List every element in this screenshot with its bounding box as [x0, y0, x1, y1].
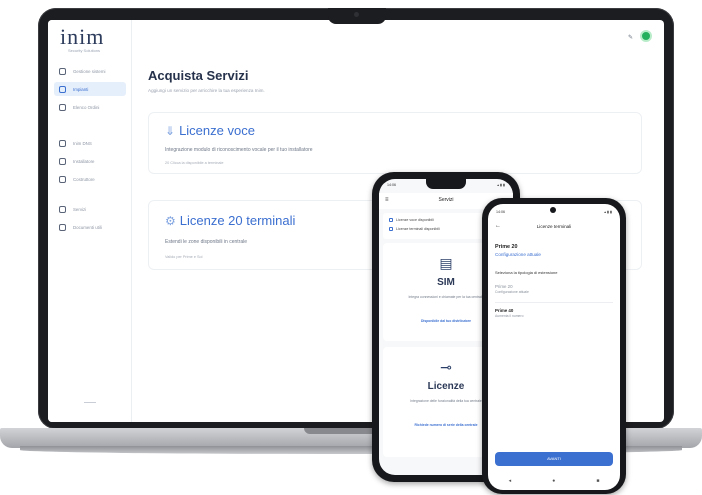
camera-icon [550, 207, 556, 213]
laptop-notch [328, 8, 386, 24]
checkbox-icon [389, 218, 393, 222]
sidebar-item-gestione-sistemi[interactable]: Gestione sistemi [54, 64, 126, 78]
status-icons: ▴ ▮ ▮ [497, 183, 505, 187]
card-title: ⇓ Licenze voce [165, 123, 255, 138]
sidebar-item-label: Installatore [73, 158, 95, 164]
sidebar-item-label: Elenco Ordini [73, 104, 100, 110]
gear-icon [59, 205, 66, 213]
option-title: Prime 20 [495, 284, 513, 289]
card-description: Estendi le zone disponibili in centrale [165, 239, 247, 245]
building-icon [59, 175, 66, 183]
next-button[interactable]: AVANTI [495, 452, 613, 466]
box-icon [59, 67, 66, 75]
extension-option[interactable]: Prime 20 Configurazione attuale [495, 284, 529, 294]
service-card-licenze-voce[interactable]: ⇓ Licenze voce Integrazione modulo di ric… [148, 112, 642, 174]
sidebar-item-impianti[interactable]: Impianti [54, 82, 126, 96]
page-subtitle: Aggiungi un servizio per arricchire la t… [148, 88, 265, 93]
option-title: Prime 40 [495, 308, 514, 313]
android-navbar: ◂ ● ■ [488, 472, 620, 490]
sidebar-item-installatore[interactable]: Installatore [54, 154, 126, 168]
sidebar-item-documenti-utili[interactable]: Documenti utili [54, 220, 126, 234]
panel-model: Prime 20 [495, 244, 518, 250]
sidebar-collapse-handle[interactable] [84, 402, 96, 403]
sidebar-item-label: Gestione sistemi [73, 68, 106, 74]
user-icon [59, 157, 66, 165]
nav-home-icon[interactable]: ● [552, 478, 555, 484]
status-time: 14:06 [387, 183, 396, 187]
divider [495, 302, 613, 303]
sim-card-icon: ▤ [439, 255, 453, 271]
microphone-icon: ⇓ [165, 124, 176, 138]
phone-licenze-terminali: 14:06 ▴ ▮ ▮ ← Licenze terminali Prime 20… [482, 198, 626, 494]
card-title-text: Licenze 20 terminali [179, 213, 296, 228]
cart-icon [59, 103, 66, 111]
card-link[interactable]: 20 Clicca la disponibile a terminale [165, 161, 223, 165]
card-title-text: Licenze voce [179, 123, 255, 138]
current-config-label: Configurazione attuale [495, 252, 541, 257]
card-description: Integrazione modulo di riconoscimento vo… [165, 147, 313, 153]
phone-notch [426, 179, 466, 189]
sidebar-item-servizi[interactable]: Servizi [54, 202, 126, 216]
dns-icon [59, 139, 66, 147]
card-title: ⚙ Licenze 20 terminali [165, 213, 295, 228]
inim-logo: inim Security Solutions [60, 24, 120, 54]
option-subtitle: Aumenta il numero [495, 314, 524, 318]
sidebar-item-label: Servizi [73, 206, 87, 212]
language-icon[interactable]: ✎ [628, 34, 633, 41]
sidebar-item-label: Impianti [73, 86, 89, 92]
puzzle-icon: ⚙ [165, 214, 176, 228]
screen-title: Licenze terminali [536, 224, 572, 229]
status-icons: ▴ ▮ ▮ [604, 210, 612, 214]
key-icon: ⊸ [440, 359, 452, 375]
sidebar-item-elenco-ordini[interactable]: Elenco Ordini [54, 100, 126, 114]
status-time: 14:06 [496, 210, 505, 214]
sidebar-item-label: Documenti utili [73, 224, 102, 230]
option-subtitle: Configurazione attuale [495, 290, 529, 294]
page-title: Acquista Servizi [148, 68, 249, 83]
sidebar-item-inim-dns[interactable]: Inim DNS [54, 136, 126, 150]
grid-icon [59, 85, 66, 93]
sidebar-item-costruttore[interactable]: Costruttore [54, 172, 126, 186]
logo-text: inim [60, 24, 105, 49]
checkbox-icon [389, 227, 393, 231]
sidebar: inim Security Solutions Gestione sistemi… [48, 20, 132, 422]
info-line: Licenze terminali disponibili [389, 227, 440, 231]
logo-subtitle: Security Solutions [68, 48, 101, 53]
phone-screen: 14:06 ▴ ▮ ▮ ← Licenze terminali Prime 20… [488, 204, 620, 490]
avatar[interactable] [640, 30, 652, 42]
info-text: Licenze terminali disponibili [396, 227, 440, 231]
nav-recents-icon[interactable]: ■ [596, 478, 599, 484]
info-line: Licenze voce disponibili [389, 218, 434, 222]
extension-option[interactable]: Prime 40 Aumenta il numero [495, 308, 523, 318]
sidebar-item-label: Inim DNS [73, 140, 92, 146]
select-extension-label: Seleziona la tipologia di estensione [495, 270, 558, 275]
card-link[interactable]: Valido per Prime e Sol [165, 255, 203, 259]
info-text: Licenze voce disponibili [396, 218, 434, 222]
sidebar-item-label: Costruttore [73, 176, 95, 182]
nav-back-icon[interactable]: ◂ [509, 478, 512, 484]
document-icon [59, 223, 66, 231]
